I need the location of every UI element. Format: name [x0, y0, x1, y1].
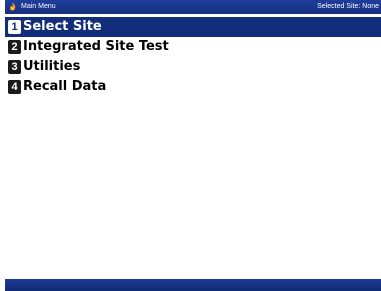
- menu-item-integrated-site-test[interactable]: 2 Integrated Site Test: [5, 37, 381, 57]
- menu-number-badge: 1: [8, 20, 21, 34]
- menu-item-label: Select Site: [23, 19, 102, 34]
- menu-number-badge: 4: [8, 80, 21, 94]
- menu-number-badge: 2: [8, 40, 21, 54]
- menu-item-label: Recall Data: [23, 79, 107, 94]
- title-bar: Main Menu Selected Site: None: [5, 0, 381, 14]
- menu-number-badge: 3: [8, 60, 21, 74]
- menu-item-label: Utilities: [23, 59, 81, 74]
- menu-item-label: Integrated Site Test: [23, 39, 169, 54]
- main-menu-screen: Main Menu Selected Site: None 1 Select S…: [0, 0, 381, 291]
- menu-item-utilities[interactable]: 3 Utilities: [5, 57, 381, 77]
- selected-site-status: Selected Site: None: [317, 3, 379, 10]
- main-menu-list: 1 Select Site 2 Integrated Site Test 3 U…: [5, 17, 381, 97]
- flame-icon: [10, 2, 16, 11]
- menu-item-recall-data[interactable]: 4 Recall Data: [5, 77, 381, 97]
- window-title: Main Menu: [21, 3, 56, 10]
- status-bar: [5, 279, 381, 291]
- menu-item-select-site[interactable]: 1 Select Site: [5, 17, 381, 37]
